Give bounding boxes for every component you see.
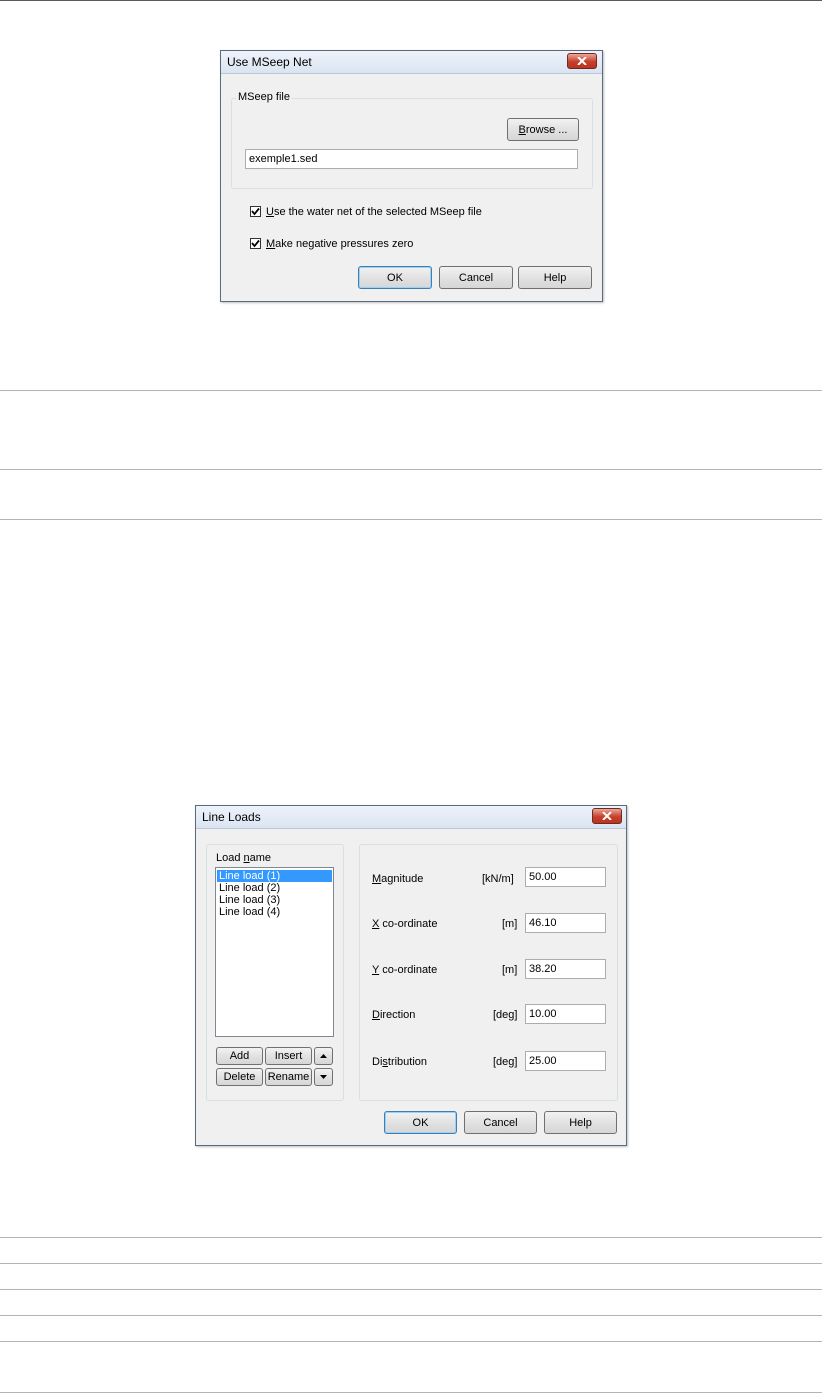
- list-item[interactable]: Line load (4): [217, 906, 332, 918]
- magnitude-mnemonic: M: [372, 873, 382, 885]
- use-mseep-net-dialog: Use MSeep Net MSeep file Browse ... exem…: [220, 50, 603, 302]
- x-coordinate-input[interactable]: 46.10: [525, 913, 606, 933]
- delete-button[interactable]: Delete: [216, 1068, 263, 1086]
- table-rule: [0, 469, 822, 470]
- make-negative-zero-text: ake negative pressures zero: [275, 238, 414, 250]
- magnitude-label: Magnitude: [372, 873, 423, 885]
- load-name-label-post: ame: [249, 852, 272, 864]
- make-negative-zero-label[interactable]: Make negative pressures zero: [266, 238, 413, 250]
- mseep-file-group-label: MSeep file: [236, 91, 292, 103]
- cancel-button[interactable]: Cancel: [439, 266, 513, 289]
- browse-label: rowse ...: [525, 123, 568, 136]
- browse-button[interactable]: Browse ...: [507, 118, 579, 141]
- checkmark-icon: [251, 207, 260, 216]
- x-coordinate-label: X co-ordinate: [372, 918, 437, 930]
- ok-button[interactable]: OK: [358, 266, 432, 289]
- close-button[interactable]: [592, 808, 622, 824]
- line-loads-dialog: Line Loads Load name Line load (1) Line …: [195, 805, 627, 1146]
- magnitude-unit: [kN/m]: [482, 873, 514, 885]
- direction-label: Direction: [372, 1009, 415, 1021]
- y-coordinate-unit: [m]: [502, 964, 518, 976]
- use-water-net-label[interactable]: Use the water net of the selected MSeep …: [266, 206, 482, 218]
- table-rule: [0, 1315, 822, 1316]
- table-rule: [0, 1289, 822, 1290]
- insert-button[interactable]: Insert: [265, 1047, 312, 1065]
- magnitude-text: agnitude: [381, 873, 424, 885]
- use-water-net-mnemonic: U: [266, 206, 274, 218]
- table-rule: [0, 390, 822, 391]
- y-coordinate-label: Y co-ordinate: [372, 964, 437, 976]
- x-coordinate-unit: [m]: [502, 918, 518, 930]
- mseep-file-input[interactable]: exemple1.sed: [245, 149, 578, 169]
- browse-mnemonic: B: [518, 123, 526, 136]
- mseep-file-group: MSeep file: [231, 91, 593, 189]
- checkmark-icon: [251, 239, 260, 248]
- load-name-label: Load name: [216, 852, 271, 864]
- rename-button[interactable]: Rename: [265, 1068, 312, 1086]
- use-water-net-checkbox[interactable]: [250, 206, 261, 217]
- distribution-label: Distribution: [372, 1056, 427, 1068]
- close-button[interactable]: [567, 53, 597, 69]
- add-button[interactable]: Add: [216, 1047, 263, 1065]
- list-item[interactable]: Line load (2): [217, 882, 332, 894]
- y-coordinate-text: co-ordinate: [379, 964, 438, 976]
- list-item[interactable]: Line load (1): [217, 870, 332, 882]
- load-name-label-pre: Load: [216, 852, 244, 864]
- up-arrow-icon: [320, 1054, 327, 1058]
- make-negative-zero-checkbox[interactable]: [250, 238, 261, 249]
- distribution-text-pre: Di: [372, 1056, 383, 1068]
- ok-button[interactable]: OK: [384, 1111, 457, 1134]
- list-item[interactable]: Line load (3): [217, 894, 332, 906]
- table-rule: [0, 519, 822, 520]
- direction-mnemonic: D: [372, 1009, 380, 1021]
- x-coordinate-text: co-ordinate: [379, 918, 438, 930]
- distribution-input[interactable]: 25.00: [525, 1051, 606, 1071]
- distribution-text: tribution: [387, 1056, 428, 1068]
- direction-text: irection: [379, 1009, 416, 1021]
- table-rule: [0, 1237, 822, 1238]
- y-coordinate-input[interactable]: 38.20: [525, 959, 606, 979]
- help-button[interactable]: Help: [544, 1111, 617, 1134]
- table-rule: [0, 1263, 822, 1264]
- distribution-unit: [deg]: [493, 1056, 518, 1068]
- help-button[interactable]: Help: [518, 266, 592, 289]
- close-icon: [577, 57, 587, 65]
- direction-unit: [deg]: [493, 1009, 518, 1021]
- cancel-button[interactable]: Cancel: [464, 1111, 537, 1134]
- make-negative-zero-mnemonic: M: [266, 238, 276, 250]
- direction-input[interactable]: 10.00: [525, 1004, 606, 1024]
- magnitude-input[interactable]: 50.00: [525, 867, 606, 887]
- move-down-button[interactable]: [314, 1068, 333, 1086]
- dialog-titlebar: Use MSeep Net: [221, 51, 602, 74]
- move-up-button[interactable]: [314, 1047, 333, 1065]
- page-top-rule: [0, 0, 822, 1]
- load-name-listbox[interactable]: Line load (1) Line load (2) Line load (3…: [215, 867, 334, 1037]
- close-icon: [602, 812, 612, 820]
- dialog-titlebar: Line Loads: [196, 806, 626, 829]
- use-water-net-text: se the water net of the selected MSeep f…: [273, 206, 482, 218]
- dialog-title: Line Loads: [202, 810, 261, 824]
- down-arrow-icon: [320, 1075, 327, 1079]
- dialog-title: Use MSeep Net: [227, 55, 312, 69]
- table-rule: [0, 1341, 822, 1342]
- table-rule: [0, 1392, 822, 1393]
